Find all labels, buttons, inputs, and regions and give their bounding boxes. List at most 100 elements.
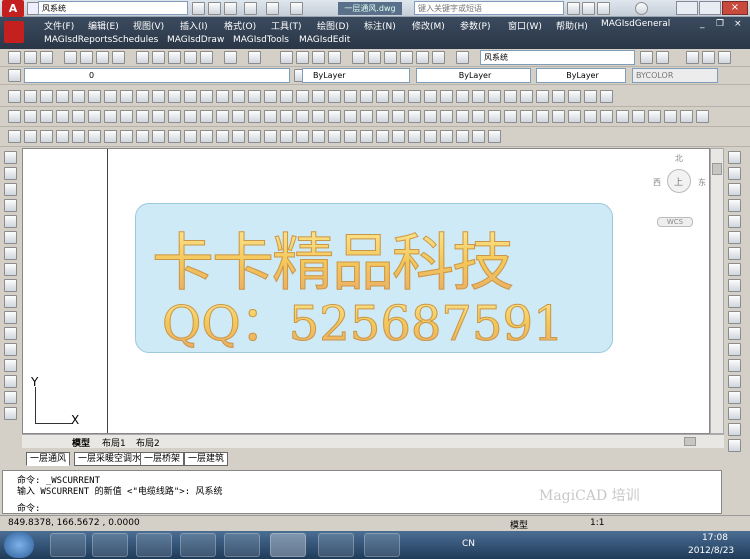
- annotation-scale[interactable]: 1:1: [590, 518, 604, 528]
- workspace-select[interactable]: 风系统: [38, 1, 188, 15]
- layer-tab-tray[interactable]: 一层桥架: [140, 452, 185, 466]
- magicad-toolbar-2-tool-icon[interactable]: [568, 110, 581, 123]
- magicad-toolbar-3-tool-icon[interactable]: [424, 130, 437, 143]
- modify-toolbar-tool-icon[interactable]: [728, 279, 741, 292]
- taskbar-magicad-icon[interactable]: [270, 533, 306, 557]
- magicad-toolbar-1-tool-icon[interactable]: [120, 90, 133, 103]
- magicad-toolbar-2-tool-icon[interactable]: [152, 110, 165, 123]
- draw-toolbar-tool-icon[interactable]: [4, 279, 17, 292]
- magicad-toolbar-3-tool-icon[interactable]: [248, 130, 261, 143]
- layer-tab-building[interactable]: 一层建筑: [184, 452, 229, 466]
- draw-toolbar-tool-icon[interactable]: [4, 247, 17, 260]
- magicad-toolbar-2-tool-icon[interactable]: [680, 110, 693, 123]
- magicad-toolbar-2-tool-icon[interactable]: [248, 110, 261, 123]
- draw-toolbar-tool-icon[interactable]: [4, 327, 17, 340]
- preview-icon[interactable]: [80, 51, 93, 64]
- magicad-toolbar-1-tool-icon[interactable]: [216, 90, 229, 103]
- viewcube-west[interactable]: 西: [653, 177, 661, 188]
- menu-magi-general[interactable]: MAGIsdGeneral: [601, 19, 670, 29]
- magicad-toolbar-2-tool-icon[interactable]: [136, 110, 149, 123]
- magicad-toolbar-2-tool-icon[interactable]: [440, 110, 453, 123]
- magicad-toolbar-3-tool-icon[interactable]: [120, 130, 133, 143]
- magicad-toolbar-2-tool-icon[interactable]: [56, 110, 69, 123]
- layer-select[interactable]: 0: [24, 68, 290, 83]
- magicad-toolbar-2-tool-icon[interactable]: [616, 110, 629, 123]
- magicad-toolbar-2-tool-icon[interactable]: [536, 110, 549, 123]
- communication-icon[interactable]: [582, 2, 595, 15]
- magicad-toolbar-2-tool-icon[interactable]: [40, 110, 53, 123]
- magicad-toolbar-1-tool-icon[interactable]: [56, 90, 69, 103]
- publish-icon[interactable]: [96, 51, 109, 64]
- close-button[interactable]: ×: [722, 1, 748, 15]
- open-file-icon[interactable]: [24, 51, 37, 64]
- magicad-toolbar-1-tool-icon[interactable]: [376, 90, 389, 103]
- magicad-toolbar-1-tool-icon[interactable]: [472, 90, 485, 103]
- magicad-toolbar-3-tool-icon[interactable]: [360, 130, 373, 143]
- magicad-toolbar-2-tool-icon[interactable]: [280, 110, 293, 123]
- layer-manager-icon[interactable]: [8, 69, 21, 82]
- magicad-toolbar-2-tool-icon[interactable]: [232, 110, 245, 123]
- lineweight-select[interactable]: ByLayer: [536, 68, 626, 83]
- sheetset-icon[interactable]: [400, 51, 413, 64]
- magicad-toolbar-1-tool-icon[interactable]: [504, 90, 517, 103]
- draw-toolbar-tool-icon[interactable]: [4, 215, 17, 228]
- magicad-toolbar-3-tool-icon[interactable]: [296, 130, 309, 143]
- magicad-toolbar-3-tool-icon[interactable]: [488, 130, 501, 143]
- magicad-toolbar-2-tool-icon[interactable]: [296, 110, 309, 123]
- viewcube-face[interactable]: 上: [667, 169, 691, 193]
- modify-toolbar-tool-icon[interactable]: [728, 311, 741, 324]
- magicad-toolbar-1-tool-icon[interactable]: [584, 90, 597, 103]
- toolbar-extra2-icon[interactable]: [686, 51, 699, 64]
- taskbar-explorer-icon[interactable]: [136, 533, 172, 557]
- vertical-scrollbar[interactable]: [710, 148, 724, 434]
- new-icon[interactable]: [192, 2, 205, 15]
- magicad-toolbar-1-tool-icon[interactable]: [40, 90, 53, 103]
- taskbar-clock[interactable]: 17:08: [702, 533, 728, 543]
- modify-toolbar-tool-icon[interactable]: [728, 151, 741, 164]
- magicad-toolbar-2-tool-icon[interactable]: [184, 110, 197, 123]
- magicad-toolbar-1-tool-icon[interactable]: [232, 90, 245, 103]
- magicad-toolbar-1-tool-icon[interactable]: [328, 90, 341, 103]
- menu-help[interactable]: 帮助(H): [556, 19, 588, 32]
- magicad-toolbar-2-tool-icon[interactable]: [200, 110, 213, 123]
- pan-icon[interactable]: [280, 51, 293, 64]
- menu-minimize-icon[interactable]: _: [700, 19, 705, 29]
- modify-toolbar-tool-icon[interactable]: [728, 183, 741, 196]
- toolbar-extra4-icon[interactable]: [718, 51, 731, 64]
- menu-modify[interactable]: 修改(M): [412, 19, 445, 32]
- magicad-toolbar-3-tool-icon[interactable]: [40, 130, 53, 143]
- draw-toolbar-tool-icon[interactable]: [4, 407, 17, 420]
- markup-icon[interactable]: [416, 51, 429, 64]
- modify-toolbar-tool-icon[interactable]: [728, 391, 741, 404]
- qnew-icon[interactable]: [8, 51, 21, 64]
- magicad-toolbar-2-tool-icon[interactable]: [632, 110, 645, 123]
- magicad-toolbar-2-tool-icon[interactable]: [344, 110, 357, 123]
- magicad-toolbar-3-tool-icon[interactable]: [328, 130, 341, 143]
- plot-icon[interactable]: [290, 2, 303, 15]
- magicad-toolbar-2-tool-icon[interactable]: [104, 110, 117, 123]
- menu-restore-icon[interactable]: ❐: [716, 19, 724, 29]
- magicad-toolbar-1-tool-icon[interactable]: [136, 90, 149, 103]
- layer-tab-hvac-water[interactable]: 一层采暖空调水: [74, 452, 146, 466]
- viewcube[interactable]: 北 西 东 上 WCS: [653, 151, 708, 231]
- save-file-icon[interactable]: [40, 51, 53, 64]
- menu-file[interactable]: 文件(F): [44, 19, 74, 32]
- cut-icon[interactable]: [136, 51, 149, 64]
- modify-toolbar-tool-icon[interactable]: [728, 199, 741, 212]
- modify-toolbar-tool-icon[interactable]: [728, 359, 741, 372]
- magicad-toolbar-3-tool-icon[interactable]: [72, 130, 85, 143]
- magicad-toolbar-1-tool-icon[interactable]: [280, 90, 293, 103]
- magicad-toolbar-3-tool-icon[interactable]: [408, 130, 421, 143]
- modify-toolbar-tool-icon[interactable]: [728, 263, 741, 276]
- magicad-toolbar-1-tool-icon[interactable]: [600, 90, 613, 103]
- menu-view[interactable]: 视图(V): [133, 19, 164, 32]
- magicad-toolbar-3-tool-icon[interactable]: [88, 130, 101, 143]
- magicad-toolbar-3-tool-icon[interactable]: [152, 130, 165, 143]
- color-select[interactable]: ByLayer: [302, 68, 410, 83]
- magicad-toolbar-2-tool-icon[interactable]: [408, 110, 421, 123]
- command-prompt[interactable]: 命令:: [17, 501, 40, 514]
- magicad-toolbar-2-tool-icon[interactable]: [328, 110, 341, 123]
- magicad-toolbar-1-tool-icon[interactable]: [200, 90, 213, 103]
- magicad-toolbar-1-tool-icon[interactable]: [24, 90, 37, 103]
- magicad-toolbar-3-tool-icon[interactable]: [8, 130, 21, 143]
